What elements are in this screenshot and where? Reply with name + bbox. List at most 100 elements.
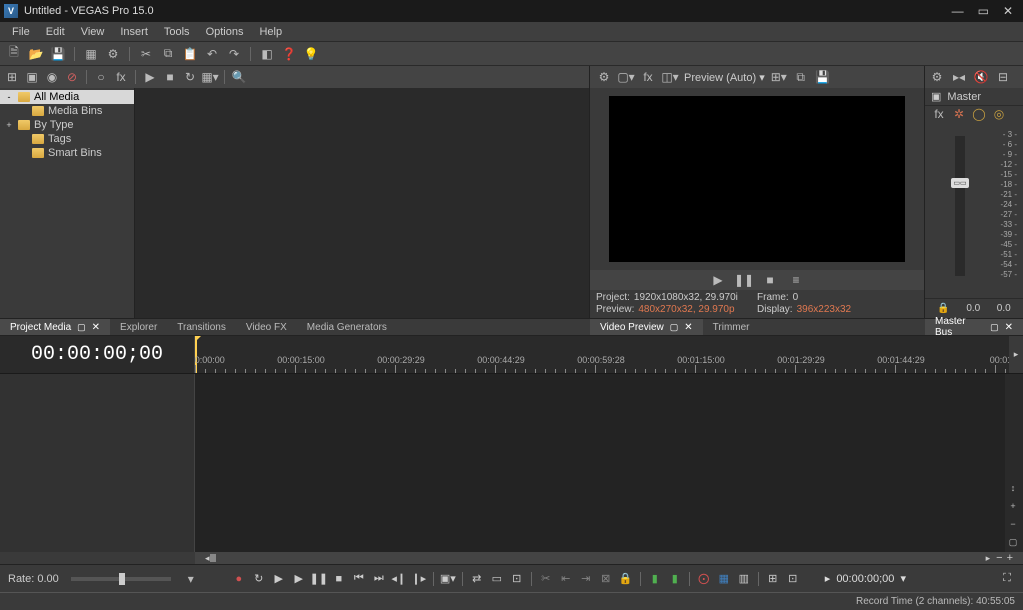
close-icon[interactable]: ✕ <box>92 322 100 333</box>
close-icon[interactable]: ✕ <box>684 322 692 333</box>
minimize-button[interactable]: — <box>952 4 964 18</box>
tree-media-bins[interactable]: Media Bins <box>0 104 134 118</box>
tab-video-preview[interactable]: Video Preview▢✕ <box>590 319 703 335</box>
mb-sliders-icon[interactable]: ⊟ <box>995 69 1011 85</box>
pv-play-icon[interactable]: ▶ <box>710 272 726 288</box>
zoom-in-h-icon[interactable]: + <box>1007 552 1013 564</box>
tree-by-type[interactable]: +By Type <box>0 118 134 132</box>
cut-icon[interactable]: ✂ <box>138 46 154 62</box>
new-project-icon[interactable]: 🗎 <box>6 46 22 62</box>
timecode-flag-icon[interactable]: ▸ <box>825 572 831 585</box>
save-icon[interactable]: 💾 <box>50 46 66 62</box>
render-icon[interactable]: ▦ <box>83 46 99 62</box>
pm-properties-icon[interactable]: ○ <box>93 69 109 85</box>
pm-capture-icon[interactable]: ▣ <box>24 69 40 85</box>
zoom-fit-icon[interactable]: ▢ <box>1005 534 1021 550</box>
rate-thumb[interactable] <box>119 573 125 585</box>
marker-icon[interactable]: ▸ <box>1014 349 1019 360</box>
pv-settings-icon[interactable]: ⚙ <box>596 69 612 85</box>
snap-icon[interactable]: ◧ <box>259 46 275 62</box>
pm-fx-icon[interactable]: fx <box>113 69 129 85</box>
project-media-tree: -All Media Media Bins +By Type Tags Smar… <box>0 88 135 318</box>
timeline-timecode[interactable]: 00:00:00;00 <box>0 336 195 373</box>
open-icon[interactable]: 📂 <box>28 46 44 62</box>
close-icon[interactable]: ✕ <box>1005 322 1013 333</box>
pv-pause-icon[interactable]: ❚❚ <box>736 272 752 288</box>
rate-slider[interactable] <box>71 577 171 581</box>
pv-overlay-icon[interactable]: ⊞▾ <box>771 69 787 85</box>
tree-tags[interactable]: Tags <box>0 132 134 146</box>
menu-file[interactable]: File <box>4 26 38 38</box>
tree-all-media[interactable]: -All Media <box>0 90 134 104</box>
track-header-area[interactable] <box>0 374 195 552</box>
paste-icon[interactable]: 📋 <box>182 46 198 62</box>
whatsthis-icon[interactable]: 💡 <box>303 46 319 62</box>
zoom-out-h-icon[interactable]: − <box>996 552 1002 564</box>
pm-autoplay-icon[interactable]: ↻ <box>182 69 198 85</box>
pm-import-icon[interactable]: ⊞ <box>4 69 20 85</box>
maximize-button[interactable]: ▭ <box>978 4 989 18</box>
tab-video-fx[interactable]: Video FX <box>236 319 297 335</box>
mb-fx-icon[interactable]: fx <box>931 106 947 122</box>
timeline-ruler[interactable]: 00:00:00:0000:00:15:0000:00:29:2900:00:4… <box>195 336 1009 373</box>
master-expand-icon[interactable]: ▣ <box>931 90 941 103</box>
mb-settings-icon[interactable]: ⚙ <box>929 69 945 85</box>
undo-icon[interactable]: ↶ <box>204 46 220 62</box>
undock-icon[interactable]: ▢ <box>670 322 679 333</box>
track-area[interactable] <box>195 374 1005 552</box>
pv-copy-icon[interactable]: ⧉ <box>793 69 809 85</box>
menu-view[interactable]: View <box>73 26 113 38</box>
properties-icon[interactable]: ⚙ <box>105 46 121 62</box>
pm-remove-icon[interactable]: ⊘ <box>64 69 80 85</box>
lock-icon[interactable]: 🔒 <box>937 303 949 314</box>
folder-icon <box>18 120 30 130</box>
tab-explorer[interactable]: Explorer <box>110 319 167 335</box>
project-media-content[interactable] <box>135 88 589 318</box>
scroll-thumb[interactable] <box>210 554 216 562</box>
pv-save-icon[interactable]: 💾 <box>815 69 831 85</box>
tab-trimmer[interactable]: Trimmer <box>703 319 760 335</box>
tab-project-media[interactable]: Project Media▢✕ <box>0 319 110 335</box>
menu-help[interactable]: Help <box>251 26 290 38</box>
timecode-readout[interactable]: 00:00:00;00 <box>836 573 894 585</box>
pm-views-icon[interactable]: ▦▾ <box>202 69 218 85</box>
tab-media-generators[interactable]: Media Generators <box>297 319 397 335</box>
zoom-out-v-icon[interactable]: − <box>1005 516 1021 532</box>
mb-mute-icon[interactable]: ◯ <box>971 106 987 122</box>
tree-smart-bins[interactable]: Smart Bins <box>0 146 134 160</box>
menu-options[interactable]: Options <box>198 26 252 38</box>
copy-icon[interactable]: ⧉ <box>160 46 176 62</box>
close-button[interactable]: ✕ <box>1003 4 1013 18</box>
mb-dim-icon[interactable]: 🔇 <box>973 69 989 85</box>
scroll-right-icon[interactable]: ▸ <box>986 553 991 564</box>
mb-solo-icon[interactable]: ◎ <box>991 106 1007 122</box>
timecode-menu-icon[interactable]: ▾ <box>900 572 906 585</box>
fader-thumb[interactable]: ▭▭ <box>951 178 969 188</box>
zoom-in-v-icon[interactable]: + <box>1005 498 1021 514</box>
pm-play-icon[interactable]: ▶ <box>142 69 158 85</box>
h-scrollbar[interactable]: ◂ ▸ − + <box>195 552 1023 564</box>
menu-edit[interactable]: Edit <box>38 26 73 38</box>
menu-insert[interactable]: Insert <box>112 26 156 38</box>
undock-icon[interactable]: ▢ <box>77 322 86 333</box>
pv-split-icon[interactable]: ◫▾ <box>662 69 678 85</box>
pm-stop-icon[interactable]: ■ <box>162 69 178 85</box>
redo-icon[interactable]: ↷ <box>226 46 242 62</box>
pm-getmedia-icon[interactable]: ◉ <box>44 69 60 85</box>
pv-fx-icon[interactable]: fx <box>640 69 656 85</box>
zoom-marker-icon[interactable]: ↕ <box>1005 480 1021 496</box>
pm-search-icon[interactable]: 🔍 <box>231 69 247 85</box>
menu-tools[interactable]: Tools <box>156 26 198 38</box>
help-icon[interactable]: ❓ <box>281 46 297 62</box>
pv-menu-icon[interactable]: ≡ <box>788 272 804 288</box>
pv-quality-dropdown[interactable]: Preview (Auto) ▾ <box>684 71 765 84</box>
pv-external-icon[interactable]: ▢▾ <box>618 69 634 85</box>
tab-master-bus[interactable]: Master Bus▢✕ <box>925 319 1023 335</box>
undock-icon[interactable]: ▢ <box>990 322 999 333</box>
rate-label: Rate: 0.00 <box>8 573 59 585</box>
master-fader[interactable]: ▭▭ <box>955 136 965 276</box>
pv-stop-icon[interactable]: ■ <box>762 272 778 288</box>
mb-automation-icon[interactable]: ✲ <box>951 106 967 122</box>
tab-transitions[interactable]: Transitions <box>167 319 236 335</box>
mb-downmix-icon[interactable]: ▸◂ <box>951 69 967 85</box>
